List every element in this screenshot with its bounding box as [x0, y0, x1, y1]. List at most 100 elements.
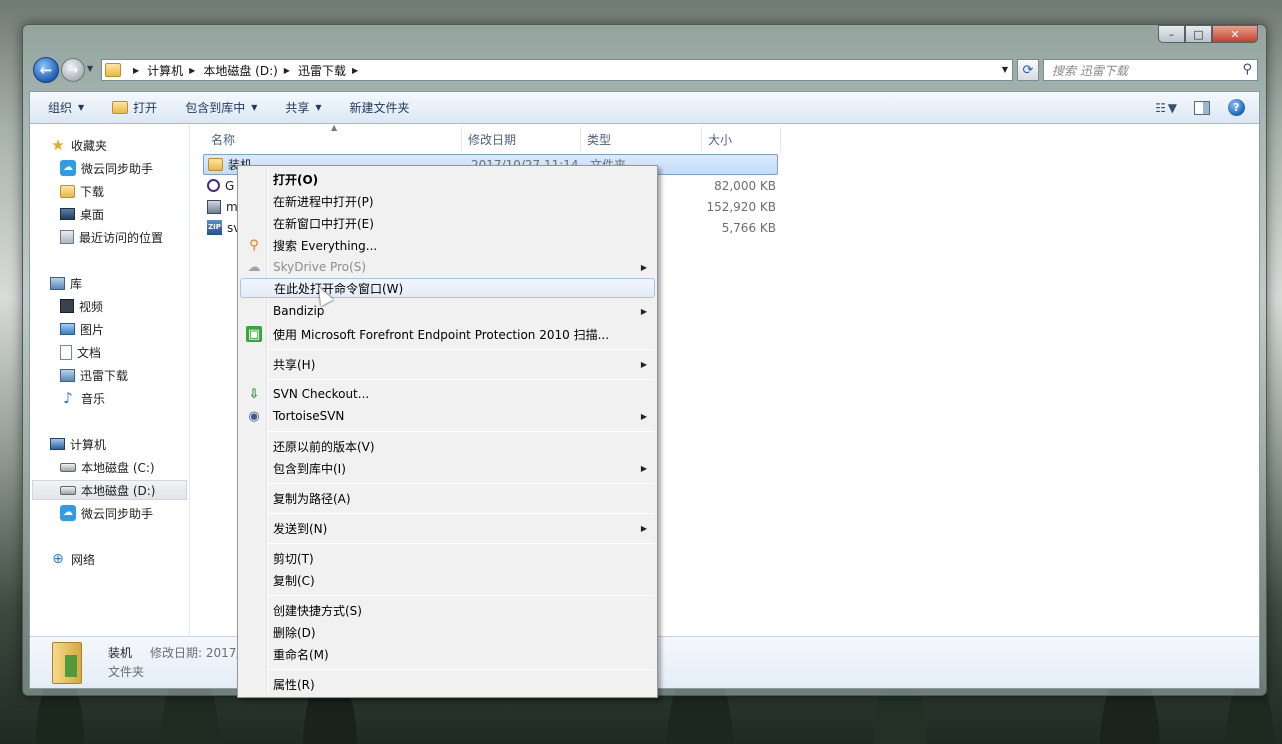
nav-item-weiyun-pc[interactable]: ☁ 微云同步助手	[60, 503, 153, 523]
menu-item-properties[interactable]: 属性(R)	[240, 674, 655, 694]
menu-item-copy-as-path[interactable]: 复制为路径(A)	[240, 488, 655, 508]
organize-menu[interactable]: 组织 ▼	[48, 99, 84, 116]
address-dropdown-icon[interactable]: ▼	[1002, 65, 1008, 74]
menu-label: SkyDrive Pro(S)	[273, 260, 367, 274]
menu-item-cut[interactable]: 剪切(T)	[240, 548, 655, 568]
nav-favorites[interactable]: ★ 收藏夹	[50, 135, 107, 155]
breadcrumb-drive-d[interactable]: 本地磁盘 (D:)	[203, 62, 277, 79]
forward-button[interactable]: →	[61, 58, 85, 82]
menu-label: 在此处打开命令窗口(W)	[274, 281, 404, 296]
chevron-right-icon[interactable]: ▶	[284, 66, 290, 75]
maximize-button[interactable]: □	[1185, 25, 1212, 43]
search-input[interactable]: 搜索 迅雷下载 ⚲	[1043, 59, 1258, 81]
recent-pages-dropdown[interactable]: ▼	[87, 64, 93, 73]
menu-item-open[interactable]: 打开(O)	[240, 169, 655, 189]
nav-item-drive-c[interactable]: 本地磁盘 (C:)	[60, 457, 155, 477]
menu-item-include-library[interactable]: 包含到库中(I) ▶	[240, 458, 655, 478]
column-size[interactable]: 大小	[702, 127, 781, 151]
menu-label: 创建快捷方式(S)	[273, 603, 362, 618]
chevron-right-icon[interactable]: ▶	[189, 66, 195, 75]
submenu-arrow-icon: ▶	[640, 262, 647, 272]
menu-item-search-everything[interactable]: ⚲ 搜索 Everything...	[240, 235, 655, 255]
menu-label: Bandizip	[273, 304, 325, 318]
submenu-arrow-icon: ▶	[640, 411, 647, 421]
menu-item-share[interactable]: 共享(H) ▶	[240, 354, 655, 374]
help-icon[interactable]: ?	[1228, 99, 1245, 116]
menu-separator	[268, 379, 654, 380]
view-options-icon[interactable]: ☷ ▼	[1155, 101, 1177, 115]
menu-item-send-to[interactable]: 发送到(N) ▶	[240, 518, 655, 538]
submenu-arrow-icon: ▶	[640, 359, 647, 369]
nav-item-documents[interactable]: 文档	[60, 342, 101, 362]
column-headers: 名称 ▲ 修改日期 类型 大小	[205, 123, 781, 151]
nav-item-pictures[interactable]: 图片	[60, 319, 104, 339]
menu-item-open-new-window[interactable]: 在新窗口中打开(E)	[240, 213, 655, 233]
menu-item-forefront-scan[interactable]: ▣ 使用 Microsoft Forefront Endpoint Protect…	[240, 324, 655, 344]
menu-item-open-new-process[interactable]: 在新进程中打开(P)	[240, 191, 655, 211]
sort-ascending-icon: ▲	[331, 123, 338, 132]
address-bar[interactable]: ▶ 计算机 ▶ 本地磁盘 (D:) ▶ 迅雷下载 ▶ ▼	[101, 59, 1013, 81]
menu-item-tortoisesvn[interactable]: ◉ TortoiseSVN ▶	[240, 406, 655, 426]
breadcrumb-xunlei[interactable]: 迅雷下载	[298, 62, 346, 79]
menu-separator	[268, 595, 654, 596]
submenu-arrow-icon: ▶	[640, 523, 647, 533]
new-folder-button[interactable]: 新建文件夹	[350, 99, 410, 116]
nav-item-drive-d[interactable]: 本地磁盘 (D:)	[32, 480, 187, 500]
caption-buttons: – □ ✕	[1158, 25, 1258, 43]
network-icon: ⊕	[52, 551, 64, 567]
menu-label: 搜索 Everything...	[273, 238, 378, 253]
preview-pane-icon[interactable]	[1194, 100, 1210, 115]
nav-item-xunlei[interactable]: 迅雷下载	[60, 365, 128, 385]
search-icon[interactable]: ⚲	[1242, 62, 1252, 77]
menu-item-delete[interactable]: 删除(D)	[240, 622, 655, 642]
nav-item-recent[interactable]: 最近访问的位置	[60, 227, 163, 247]
column-type[interactable]: 类型	[581, 127, 702, 151]
file-size: 152,920 KB	[706, 199, 776, 214]
menu-item-open-command-window[interactable]: 在此处打开命令窗口(W)	[240, 278, 655, 298]
column-name[interactable]: 名称 ▲	[205, 123, 462, 151]
nav-libraries[interactable]: 库	[50, 273, 82, 293]
close-button[interactable]: ✕	[1212, 25, 1258, 43]
menu-separator	[268, 431, 654, 432]
menu-item-svn-checkout[interactable]: ⇩ SVN Checkout...	[240, 384, 655, 404]
back-button[interactable]: ←	[33, 57, 59, 83]
navigation-pane: ★ 收藏夹 ☁ 微云同步助手 下载 桌面 最近访问的位置 库 视频 图片 文档 迅雷…	[30, 125, 190, 639]
open-button[interactable]: 打开	[112, 99, 157, 116]
nav-item-desktop[interactable]: 桌面	[60, 204, 104, 224]
nav-network[interactable]: ⊕ 网络	[50, 549, 95, 569]
menu-separator	[268, 543, 654, 544]
column-label: 名称	[211, 132, 236, 147]
file-name-cell: m	[207, 199, 238, 214]
refresh-button[interactable]: ⟳	[1017, 59, 1039, 81]
skydrive-cloud-icon: ☁	[247, 259, 261, 275]
menu-item-create-shortcut[interactable]: 创建快捷方式(S)	[240, 600, 655, 620]
column-date[interactable]: 修改日期	[462, 127, 581, 151]
menu-item-restore-versions[interactable]: 还原以前的版本(V)	[240, 436, 655, 456]
file-name: G	[225, 178, 235, 193]
document-icon	[60, 344, 72, 360]
column-label: 大小	[708, 132, 733, 147]
breadcrumb[interactable]: ▶ 计算机 ▶ 本地磁盘 (D:) ▶ 迅雷下载 ▶	[127, 62, 366, 79]
nav-item-downloads[interactable]: 下载	[60, 181, 104, 201]
chevron-down-icon: ▼	[315, 103, 322, 112]
back-arrow-icon: ←	[39, 61, 53, 79]
minimize-button[interactable]: –	[1158, 25, 1185, 43]
folder-thumbnail-icon	[52, 642, 82, 684]
nav-item-music[interactable]: ♪ 音乐	[60, 388, 105, 408]
menu-item-bandizip[interactable]: Bandizip ▶	[240, 301, 655, 321]
menu-item-copy[interactable]: 复制(C)	[240, 570, 655, 590]
nav-computer[interactable]: 计算机	[50, 434, 106, 454]
refresh-icon: ⟳	[1022, 62, 1034, 78]
nav-label: 本地磁盘 (C:)	[81, 460, 155, 475]
chevron-right-icon[interactable]: ▶	[352, 66, 358, 75]
nav-label: 下载	[80, 184, 105, 199]
menu-item-skydrive[interactable]: ☁ SkyDrive Pro(S) ▶	[240, 257, 655, 277]
nav-item-weiyun[interactable]: ☁ 微云同步助手	[60, 158, 153, 178]
nav-item-videos[interactable]: 视频	[60, 296, 103, 316]
context-menu: 打开(O) 在新进程中打开(P) 在新窗口中打开(E) ⚲ 搜索 Everythi…	[237, 165, 658, 698]
include-in-library-menu[interactable]: 包含到库中 ▼	[185, 99, 257, 116]
chevron-right-icon[interactable]: ▶	[133, 66, 139, 75]
breadcrumb-computer[interactable]: 计算机	[147, 62, 183, 79]
share-menu[interactable]: 共享 ▼	[285, 99, 321, 116]
menu-item-rename[interactable]: 重命名(M)	[240, 644, 655, 664]
